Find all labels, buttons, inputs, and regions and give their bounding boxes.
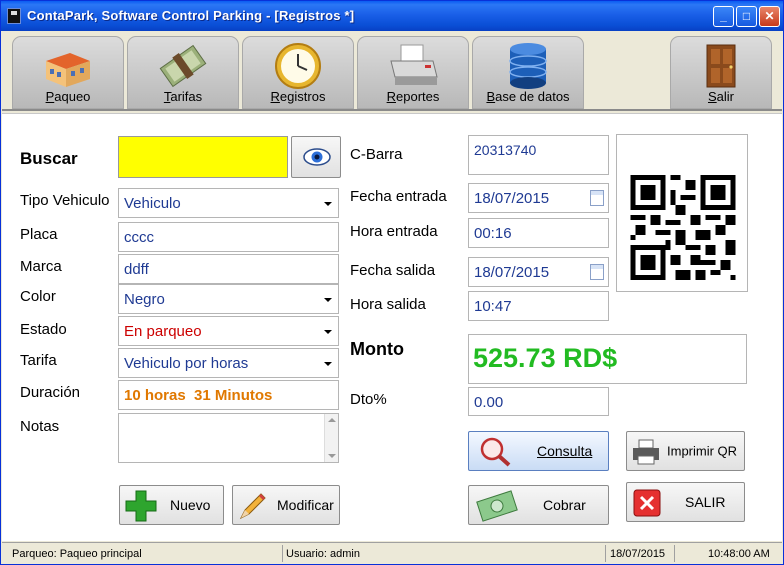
salir-button-label: SALIR <box>685 494 726 510</box>
toolbar-registros-button[interactable]: Registros <box>242 36 354 109</box>
modificar-button[interactable]: Modificar <box>232 485 340 525</box>
status-parqueo: Parqueo: Paqueo principal <box>12 548 142 560</box>
consulta-button-label: Consulta <box>537 443 593 459</box>
cbarra-field[interactable]: 20313740 <box>468 135 609 175</box>
dto-field[interactable]: 0.00 <box>468 387 609 416</box>
cobrar-button-label: Cobrar <box>543 497 586 513</box>
status-usuario: Usuario: admin <box>286 548 360 560</box>
toolbar-salir-label: Salir <box>707 89 734 104</box>
toolbar-salir-button[interactable]: Salir <box>670 36 772 109</box>
imprimir-qr-button-label: Imprimir QR <box>667 443 738 459</box>
monto-display: 525.73 RD$ <box>468 334 747 384</box>
duracion-label: Duración <box>20 384 81 401</box>
tarifa-label: Tarifa <box>20 352 57 369</box>
duracion-field: 10 horas 31 Minutos <box>118 380 339 410</box>
color-select[interactable]: Negro <box>118 284 339 314</box>
app-window: ContaPark, Software Control Parking - [R… <box>0 0 784 565</box>
salir-button[interactable]: SALIR <box>626 482 745 522</box>
cobrar-button[interactable]: Cobrar <box>468 485 609 525</box>
tipo-vehiculo-select[interactable]: Vehiculo <box>118 188 339 218</box>
notas-textarea[interactable] <box>118 413 339 463</box>
registro-form: Buscar Tipo Vehiculo Vehiculo Placa cccc… <box>2 113 782 541</box>
eye-icon <box>303 148 331 166</box>
modificar-button-label: Modificar <box>277 497 334 513</box>
search-input[interactable] <box>118 136 288 178</box>
fecha-salida-picker[interactable]: 18/07/2015 <box>468 257 609 287</box>
status-hora: 10:48:00 AM <box>708 548 770 560</box>
nuevo-button-label: Nuevo <box>170 497 211 513</box>
status-bar: Parqueo: Paqueo principal Usuario: admin… <box>2 542 782 564</box>
close-red-icon <box>633 489 661 517</box>
estado-label: Estado <box>20 321 67 338</box>
toolbar-basedatos-label: Base de datos <box>486 89 570 104</box>
minimize-button[interactable]: _ <box>713 6 734 27</box>
toolbar-paqueo-button[interactable]: Paqueo <box>12 36 124 109</box>
cbarra-label: C-Barra <box>350 146 403 163</box>
toolbar-reportes-label: Reportes <box>386 89 440 104</box>
toolbar-paqueo-label: Paqueo <box>45 89 91 104</box>
printer-small-icon <box>633 439 659 465</box>
toolbar-basedatos-button[interactable]: Base de datos <box>472 36 584 109</box>
color-label: Color <box>20 288 56 305</box>
hora-entrada-label: Hora entrada <box>350 223 438 240</box>
magnifier-icon <box>480 437 511 467</box>
printer-icon <box>390 44 438 85</box>
money-icon <box>159 44 207 88</box>
dto-label: Dto% <box>350 391 387 408</box>
title-bar: ContaPark, Software Control Parking - [R… <box>1 1 783 31</box>
fecha-salida-label: Fecha salida <box>350 262 436 279</box>
buscar-label: Buscar <box>20 149 78 168</box>
status-fecha: 18/07/2015 <box>610 548 666 560</box>
placa-field[interactable]: cccc <box>118 222 339 252</box>
clock-icon <box>275 43 321 89</box>
door-icon <box>706 44 736 88</box>
toolbar-tarifas-button[interactable]: Tarifas <box>127 36 239 109</box>
tarifa-select[interactable]: Vehiculo por horas <box>118 348 339 378</box>
tipo-vehiculo-label: Tipo Vehiculo <box>20 192 110 209</box>
floppy-icon <box>7 8 21 24</box>
database-icon <box>509 43 547 89</box>
fecha-entrada-label: Fecha entrada <box>350 188 447 205</box>
fecha-entrada-picker[interactable]: 18/07/2015 <box>468 183 609 213</box>
nuevo-button[interactable]: Nuevo <box>119 485 224 525</box>
imprimir-qr-button[interactable]: Imprimir QR <box>626 431 745 471</box>
building-icon <box>46 53 90 87</box>
hora-salida-label: Hora salida <box>350 296 426 313</box>
placa-label: Placa <box>20 226 58 243</box>
toolbar-reportes-button[interactable]: Reportes <box>357 36 469 109</box>
hora-entrada-field[interactable]: 00:16 <box>468 218 609 248</box>
marca-label: Marca <box>20 258 62 275</box>
toolbar-registros-label: Registros <box>270 89 326 104</box>
window-title: ContaPark, Software Control Parking - [R… <box>27 8 355 23</box>
consulta-button[interactable]: Consulta <box>468 431 609 471</box>
cash-icon <box>476 490 518 522</box>
notas-label: Notas <box>20 418 60 435</box>
notas-scrollbar[interactable] <box>324 414 338 462</box>
hora-salida-field[interactable]: 10:47 <box>468 291 609 321</box>
toolbar-tarifas-label: Tarifas <box>163 89 203 104</box>
marca-field[interactable]: ddff <box>118 254 339 284</box>
main-toolbar: Paqueo Tarifas Registros Reportes Base d… <box>2 31 782 111</box>
monto-label: Monto <box>350 339 404 359</box>
qr-code-image <box>630 175 736 280</box>
qr-code-panel <box>616 134 748 292</box>
plus-icon <box>125 490 157 522</box>
estado-select[interactable]: En parqueo <box>118 316 339 346</box>
pencil-icon <box>239 493 266 520</box>
search-button[interactable] <box>291 136 341 178</box>
maximize-button[interactable]: □ <box>736 6 757 27</box>
close-button[interactable]: ✕ <box>759 6 780 27</box>
